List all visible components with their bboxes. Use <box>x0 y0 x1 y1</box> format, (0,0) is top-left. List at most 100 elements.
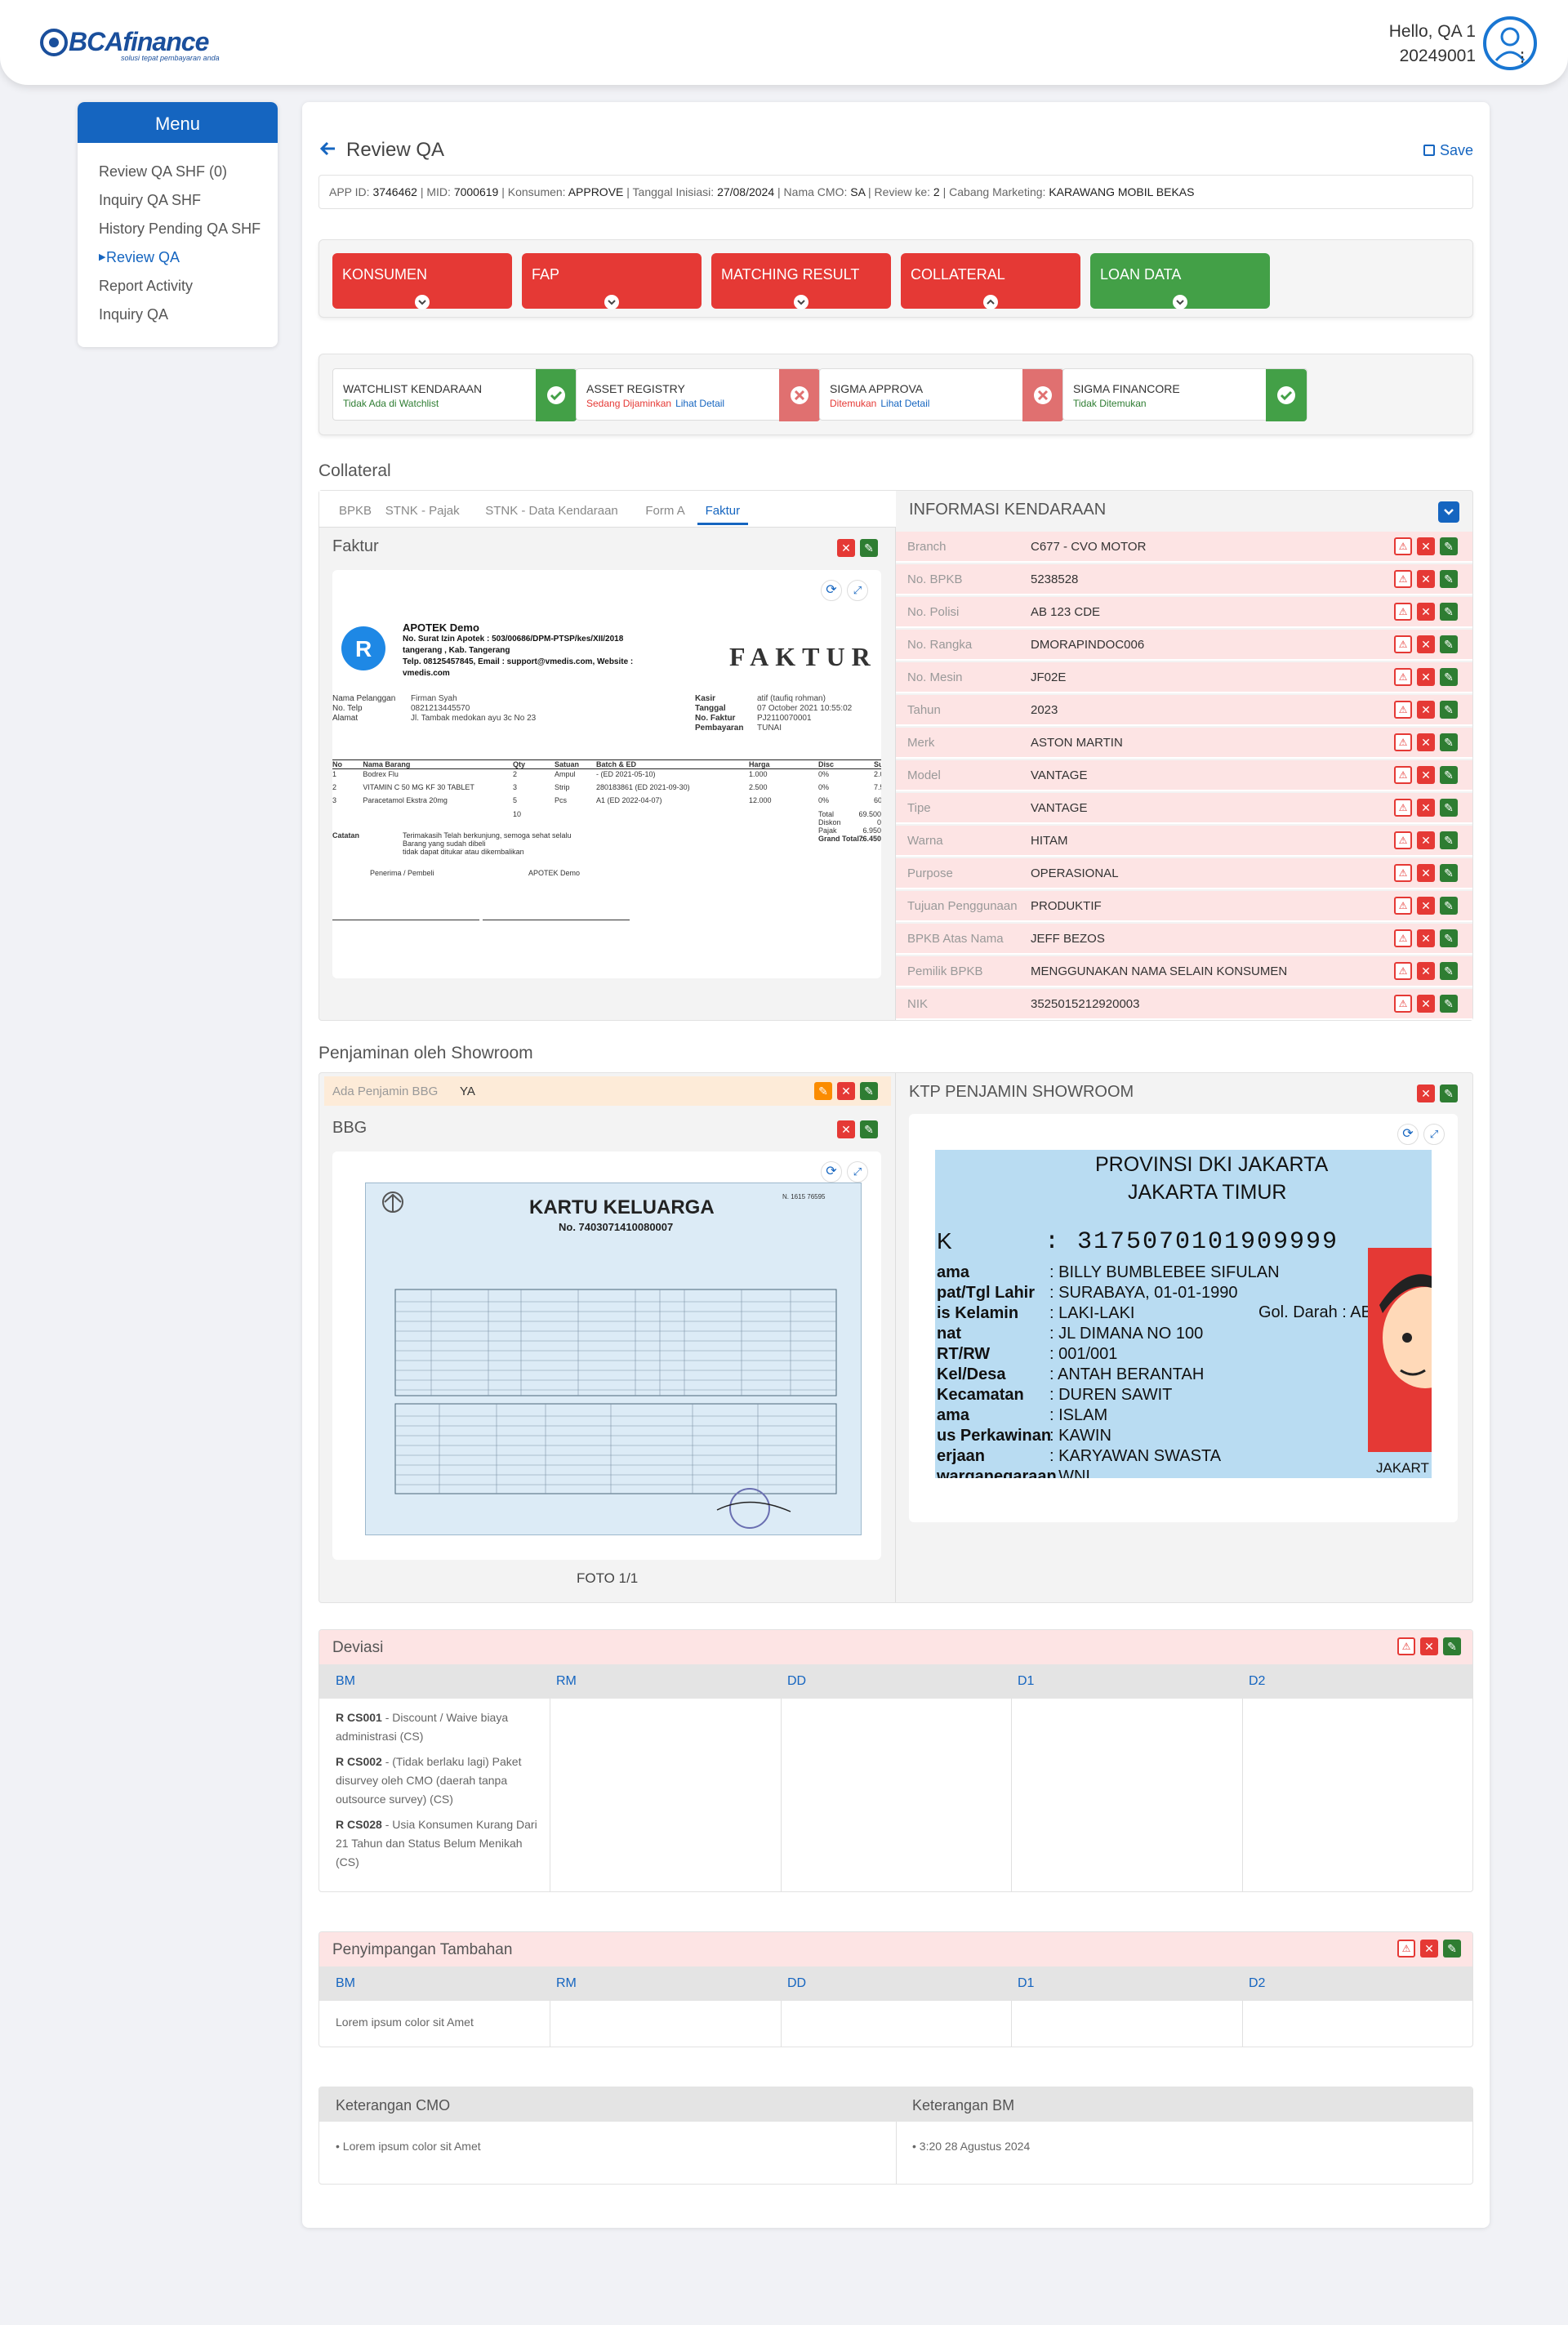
edit-button[interactable]: ✎ <box>1440 603 1458 621</box>
warning-icon[interactable]: ⚠ <box>1394 733 1412 751</box>
reject-button[interactable]: ✕ <box>1417 766 1435 784</box>
rotate-icon[interactable]: ⟳ <box>821 1161 842 1183</box>
collapse-button[interactable] <box>1438 501 1459 523</box>
reject-button[interactable]: ✕ <box>1417 897 1435 915</box>
warning-icon[interactable]: ⚠ <box>1394 668 1412 686</box>
sidebar-item-review-qa-shf[interactable]: Review QA SHF (0) <box>78 158 278 186</box>
collateral-title: Collateral <box>318 461 391 480</box>
doc-tab-stnk-pajak[interactable]: STNK - Pajak <box>385 504 460 518</box>
tab-label: MATCHING RESULT <box>721 266 860 283</box>
edit-button[interactable]: ✎ <box>1443 1940 1461 1958</box>
top-bar: BCAfinance solusi tepat pembayaran anda … <box>0 0 1568 85</box>
sidebar-item-report-activity[interactable]: Report Activity <box>78 272 278 301</box>
warning-icon[interactable]: ⚠ <box>1394 701 1412 719</box>
warning-icon[interactable]: ⚠ <box>1394 929 1412 947</box>
warning-icon[interactable]: ⚠ <box>1394 799 1412 817</box>
reject-button[interactable]: ✕ <box>1417 831 1435 849</box>
edit-button[interactable]: ✎ <box>1440 537 1458 555</box>
reject-button[interactable]: ✕ <box>1417 668 1435 686</box>
edit-button[interactable]: ✎ <box>1440 995 1458 1013</box>
edit-button[interactable]: ✎ <box>1440 897 1458 915</box>
doc-tab-stnk-data-kendaraan[interactable]: STNK - Data Kendaraan <box>485 504 618 518</box>
reject-button[interactable]: ✕ <box>1417 929 1435 947</box>
section-tabs: KONSUMEN FAP MATCHING RESULT COLLATERAL LOAN… <box>318 239 1473 318</box>
col-dd: DD <box>787 1976 807 1990</box>
info-label: APP ID: <box>329 185 373 198</box>
edit-button[interactable]: ✎ <box>1440 635 1458 653</box>
warning-icon[interactable]: ⚠ <box>1394 897 1412 915</box>
warning-icon[interactable]: ⚠ <box>1394 635 1412 653</box>
lihat-detail-link[interactable]: Lihat Detail <box>880 398 929 409</box>
reject-button[interactable]: ✕ <box>837 1120 855 1138</box>
doc-tab-faktur[interactable]: Faktur <box>697 504 749 525</box>
reject-button[interactable]: ✕ <box>1417 1085 1435 1102</box>
lihat-detail-link[interactable]: Lihat Detail <box>675 398 724 409</box>
edit-button[interactable]: ✎ <box>1440 733 1458 751</box>
edit-button[interactable]: ✎ <box>1440 831 1458 849</box>
doc-tab-bpkb[interactable]: BPKB <box>339 504 372 518</box>
expand-icon[interactable]: ⤢ <box>1423 1124 1445 1145</box>
warning-icon[interactable]: ⚠ <box>1394 995 1412 1013</box>
doc-tab-form-a[interactable]: Form A <box>645 504 684 518</box>
warning-icon[interactable]: ⚠ <box>1394 831 1412 849</box>
sidebar-item-review-qa[interactable]: ▶ Review QA <box>78 243 278 272</box>
edit-button[interactable]: ✎ <box>1440 864 1458 882</box>
edit-button[interactable]: ✎ <box>1440 962 1458 980</box>
reject-button[interactable]: ✕ <box>1417 733 1435 751</box>
edit-button[interactable]: ✎ <box>1443 1637 1461 1655</box>
user-greeting: Hello, QA 1 20249001 <box>1389 20 1476 69</box>
col-dd: DD <box>787 1674 807 1688</box>
edit-button[interactable]: ✎ <box>1440 570 1458 588</box>
reject-button[interactable]: ✕ <box>837 1082 855 1100</box>
tab-loan-data[interactable]: LOAN DATA <box>1090 253 1270 310</box>
reject-button[interactable]: ✕ <box>1417 537 1435 555</box>
reject-button[interactable]: ✕ <box>1417 635 1435 653</box>
edit-button[interactable]: ✎ <box>860 1120 878 1138</box>
sidebar-item-history-pending[interactable]: History Pending QA SHF <box>78 215 278 243</box>
expand-icon[interactable]: ⤢ <box>847 1161 868 1183</box>
tab-konsumen[interactable]: KONSUMEN <box>332 253 512 310</box>
reject-button[interactable]: ✕ <box>1417 570 1435 588</box>
rotate-icon[interactable]: ⟳ <box>821 580 842 601</box>
edit-button[interactable]: ✎ <box>1440 766 1458 784</box>
note-button[interactable]: ✎ <box>814 1082 832 1100</box>
warning-icon[interactable]: ⚠ <box>1394 962 1412 980</box>
back-arrow-icon[interactable] <box>318 139 338 163</box>
rotate-icon[interactable]: ⟳ <box>1397 1124 1419 1145</box>
ktp-field-value: : KAWIN <box>1049 1427 1111 1445</box>
tab-fap[interactable]: FAP <box>522 253 702 310</box>
avatar[interactable]: ⋮ <box>1483 16 1537 70</box>
reject-button[interactable]: ✕ <box>1420 1637 1438 1655</box>
warning-icon[interactable]: ⚠ <box>1394 570 1412 588</box>
reject-button[interactable]: ✕ <box>1417 864 1435 882</box>
tab-matching-result[interactable]: MATCHING RESULT <box>711 253 891 310</box>
brand-logo[interactable]: BCAfinance solusi tepat pembayaran anda <box>39 24 227 64</box>
tab-collateral[interactable]: COLLATERAL <box>901 253 1080 310</box>
warning-icon[interactable]: ⚠ <box>1394 766 1412 784</box>
reject-button[interactable]: ✕ <box>1417 995 1435 1013</box>
reject-button[interactable]: ✕ <box>1417 603 1435 621</box>
expand-icon[interactable]: ⤢ <box>847 580 868 601</box>
reject-button[interactable]: ✕ <box>1417 701 1435 719</box>
warning-icon[interactable]: ⚠ <box>1397 1940 1415 1958</box>
edit-button[interactable]: ✎ <box>1440 1085 1458 1102</box>
sidebar-item-inquiry-qa-shf[interactable]: Inquiry QA SHF <box>78 186 278 215</box>
warning-icon[interactable]: ⚠ <box>1394 864 1412 882</box>
warning-icon[interactable]: ⚠ <box>1397 1637 1415 1655</box>
reject-button[interactable]: ✕ <box>1417 962 1435 980</box>
reject-button[interactable]: ✕ <box>1417 799 1435 817</box>
warning-icon[interactable]: ⚠ <box>1394 603 1412 621</box>
edit-button[interactable]: ✎ <box>1440 701 1458 719</box>
more-vertical-icon[interactable]: ⋮ <box>1516 49 1529 65</box>
sidebar-item-inquiry-qa[interactable]: Inquiry QA <box>78 301 278 329</box>
edit-button[interactable]: ✎ <box>1440 668 1458 686</box>
edit-button[interactable]: ✎ <box>1440 799 1458 817</box>
reject-button[interactable]: ✕ <box>1420 1940 1438 1958</box>
warning-icon[interactable]: ⚠ <box>1394 537 1412 555</box>
vehicle-row: Model VANTAGE ⚠ ✕ ✎ <box>896 760 1472 791</box>
edit-button[interactable]: ✎ <box>860 1082 878 1100</box>
reject-button[interactable]: ✕ <box>837 539 855 557</box>
edit-button[interactable]: ✎ <box>1440 929 1458 947</box>
edit-button[interactable]: ✎ <box>860 539 878 557</box>
save-button[interactable]: Save <box>1423 142 1473 159</box>
